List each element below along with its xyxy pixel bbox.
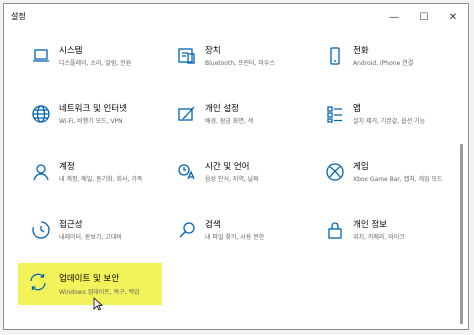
tile-update-security[interactable]: 업데이트 및 보안 Windows 업데이트, 복구, 백업: [18, 263, 162, 305]
update-icon: [28, 272, 48, 292]
close-button[interactable]: ✕: [438, 4, 468, 30]
tile-name: 시스템: [59, 46, 83, 56]
apps-icon: [325, 104, 345, 124]
maximize-button[interactable]: ☐: [409, 4, 439, 30]
tile-name: 게임: [353, 162, 369, 172]
laptop-icon: [31, 46, 51, 66]
tile-desc: 디스플레이, 소리, 알림, 전원: [59, 60, 132, 67]
tile-name: 개인 설정: [205, 104, 239, 114]
tile-name: 앱: [353, 104, 361, 114]
tile-system[interactable]: 시스템 디스플레이, 소리, 알림, 전원: [21, 40, 161, 88]
tile-desc: Bluetooth, 프린터, 마우스: [205, 60, 275, 67]
tile-name: 접근성: [59, 220, 83, 230]
mouse-cursor-icon: [93, 297, 103, 311]
window-title: 설정: [11, 12, 26, 21]
tile-name: 네트워크 및 인터넷: [59, 104, 127, 114]
tile-network[interactable]: 네트워크 및 인터넷 Wi-Fi, 비행기 모드, VPN: [21, 98, 161, 146]
tile-name: 계정: [59, 162, 75, 172]
tile-devices[interactable]: 장치 Bluetooth, 프린터, 마우스: [167, 40, 307, 88]
person-icon: [31, 162, 51, 182]
tile-personalization[interactable]: 개인 설정 배경, 잠금 화면, 색: [167, 98, 307, 146]
scrollbar[interactable]: [460, 144, 463, 324]
tile-name: 업데이트 및 보안: [59, 274, 120, 284]
tile-name: 시간 및 언어: [205, 162, 250, 172]
time-language-icon: [177, 162, 197, 182]
search-icon: [177, 220, 197, 240]
tile-privacy[interactable]: 개인 정보 위치, 카메라, 마이크: [315, 214, 455, 262]
tile-desc: 배경, 잠금 화면, 색: [205, 118, 254, 125]
phone-icon: [325, 46, 345, 66]
xbox-icon: [325, 162, 345, 182]
lock-icon: [325, 220, 345, 240]
tile-desc: Xbox Game Bar, 캡처, 게임 모드: [353, 176, 443, 183]
tile-accessibility[interactable]: 접근성 내레이터, 돋보기, 고대비: [21, 214, 161, 262]
globe-icon: [31, 104, 51, 124]
tile-name: 개인 정보: [353, 220, 387, 230]
tile-time-language[interactable]: 시간 및 언어 음성 인식, 지역, 날짜: [167, 156, 307, 204]
tile-desc: 내 파일 찾기, 사용 권한: [205, 234, 265, 241]
paintbrush-icon: [177, 104, 197, 124]
tile-desc: 내레이터, 돋보기, 고대비: [59, 234, 122, 241]
tile-name: 검색: [205, 220, 221, 230]
tile-gaming[interactable]: 게임 Xbox Game Bar, 캡처, 게임 모드: [315, 156, 455, 204]
tile-apps[interactable]: 앱 설치 제거, 기본값, 옵션 기능: [315, 98, 455, 146]
tile-desc: Wi-Fi, 비행기 모드, VPN: [59, 118, 123, 125]
title-bar: 설정 — ☐ ✕: [4, 4, 468, 30]
minimize-button[interactable]: —: [379, 4, 409, 30]
tile-desc: 내 계정, 메일, 동기화, 회사, 가족: [59, 176, 143, 183]
tile-accounts[interactable]: 계정 내 계정, 메일, 동기화, 회사, 가족: [21, 156, 161, 204]
tile-phone[interactable]: 전화 Android, iPhone 연결: [315, 40, 455, 88]
tile-desc: 음성 인식, 지역, 날짜: [205, 176, 259, 183]
tile-desc: 설치 제거, 기본값, 옵션 기능: [353, 118, 426, 125]
accessibility-icon: [31, 220, 51, 240]
tile-desc: Android, iPhone 연결: [353, 60, 414, 67]
tile-name: 장치: [205, 46, 221, 56]
tile-search[interactable]: 검색 내 파일 찾기, 사용 권한: [167, 214, 307, 262]
tile-name: 전화: [353, 46, 369, 56]
tile-desc: 위치, 카메라, 마이크: [353, 234, 405, 241]
settings-window: 설정 — ☐ ✕ 시스템 디스플레이, 소리, 알림, 전원 장치 Blueto…: [3, 3, 469, 330]
tile-desc: Windows 업데이트, 복구, 백업: [59, 289, 140, 296]
devices-icon: [177, 46, 197, 66]
